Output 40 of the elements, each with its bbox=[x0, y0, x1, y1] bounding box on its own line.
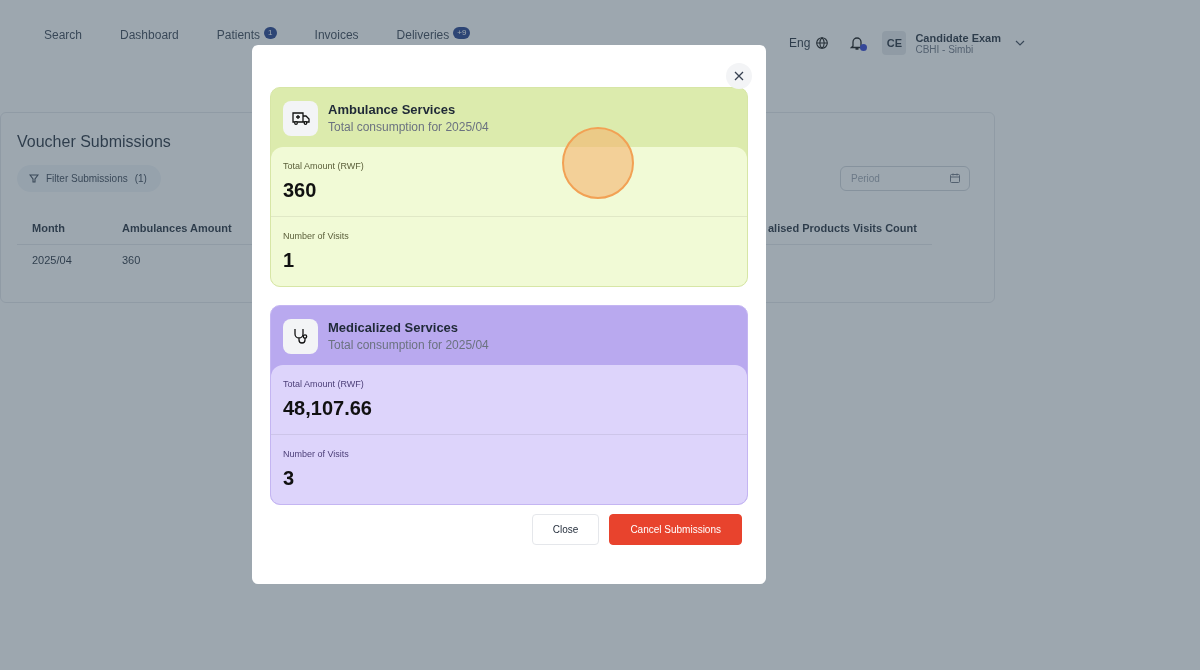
calendar-icon bbox=[950, 173, 960, 183]
filter-button[interactable]: Filter Submissions (1) bbox=[17, 165, 161, 192]
user-name: Candidate Exam bbox=[915, 31, 1001, 44]
stat-value: 48,107.66 bbox=[283, 397, 373, 420]
cancel-submissions-button[interactable]: Cancel Submissions bbox=[609, 514, 742, 545]
nav-link[interactable]: Deliveries bbox=[396, 28, 450, 42]
stat-label: Number of Visits bbox=[283, 449, 350, 459]
bell-icon[interactable] bbox=[850, 35, 865, 51]
close-button[interactable]: Close bbox=[531, 514, 600, 545]
stat-value: 1 bbox=[283, 249, 296, 272]
nav-link[interactable]: Search bbox=[44, 28, 83, 42]
stat-label: Total Amount (RWF) bbox=[283, 161, 365, 171]
nav-link[interactable]: Patients bbox=[216, 28, 261, 42]
count-badge: 1 bbox=[264, 27, 277, 39]
count-badge: +9 bbox=[453, 27, 471, 39]
column-header: Ambulances Amount bbox=[122, 222, 232, 234]
service-title: Ambulance Services bbox=[328, 102, 457, 117]
stethoscope-icon bbox=[291, 327, 310, 345]
nav-link[interactable]: Dashboard bbox=[120, 28, 179, 42]
user-avatar[interactable]: CE bbox=[882, 31, 907, 55]
stat-label: Total Amount (RWF) bbox=[283, 379, 365, 389]
globe-icon[interactable] bbox=[816, 37, 829, 49]
service-title: Medicalized Services bbox=[328, 320, 460, 335]
table-cell: 2025/04 bbox=[32, 254, 72, 266]
ambulance-icon bbox=[291, 111, 310, 125]
caret-icon[interactable] bbox=[1015, 40, 1025, 46]
page-title: Voucher Submissions bbox=[17, 133, 171, 151]
stat-value: 360 bbox=[283, 179, 318, 202]
service-subtitle: Total consumption for 2025/04 bbox=[328, 338, 489, 352]
filter-icon bbox=[29, 174, 39, 183]
language-selector[interactable]: Eng bbox=[789, 36, 811, 50]
service-subtitle: Total consumption for 2025/04 bbox=[328, 120, 489, 134]
table-cell: 360 bbox=[122, 254, 141, 266]
stat-label: Number of Visits bbox=[283, 231, 350, 241]
column-header: alised Products Visits Count bbox=[768, 222, 917, 234]
close-icon[interactable] bbox=[726, 63, 752, 89]
nav-link[interactable]: Invoices bbox=[314, 28, 359, 42]
stat-value: 3 bbox=[283, 467, 296, 490]
user-organization: CBHI - Simbi bbox=[915, 43, 975, 55]
column-header: Month bbox=[32, 222, 65, 234]
